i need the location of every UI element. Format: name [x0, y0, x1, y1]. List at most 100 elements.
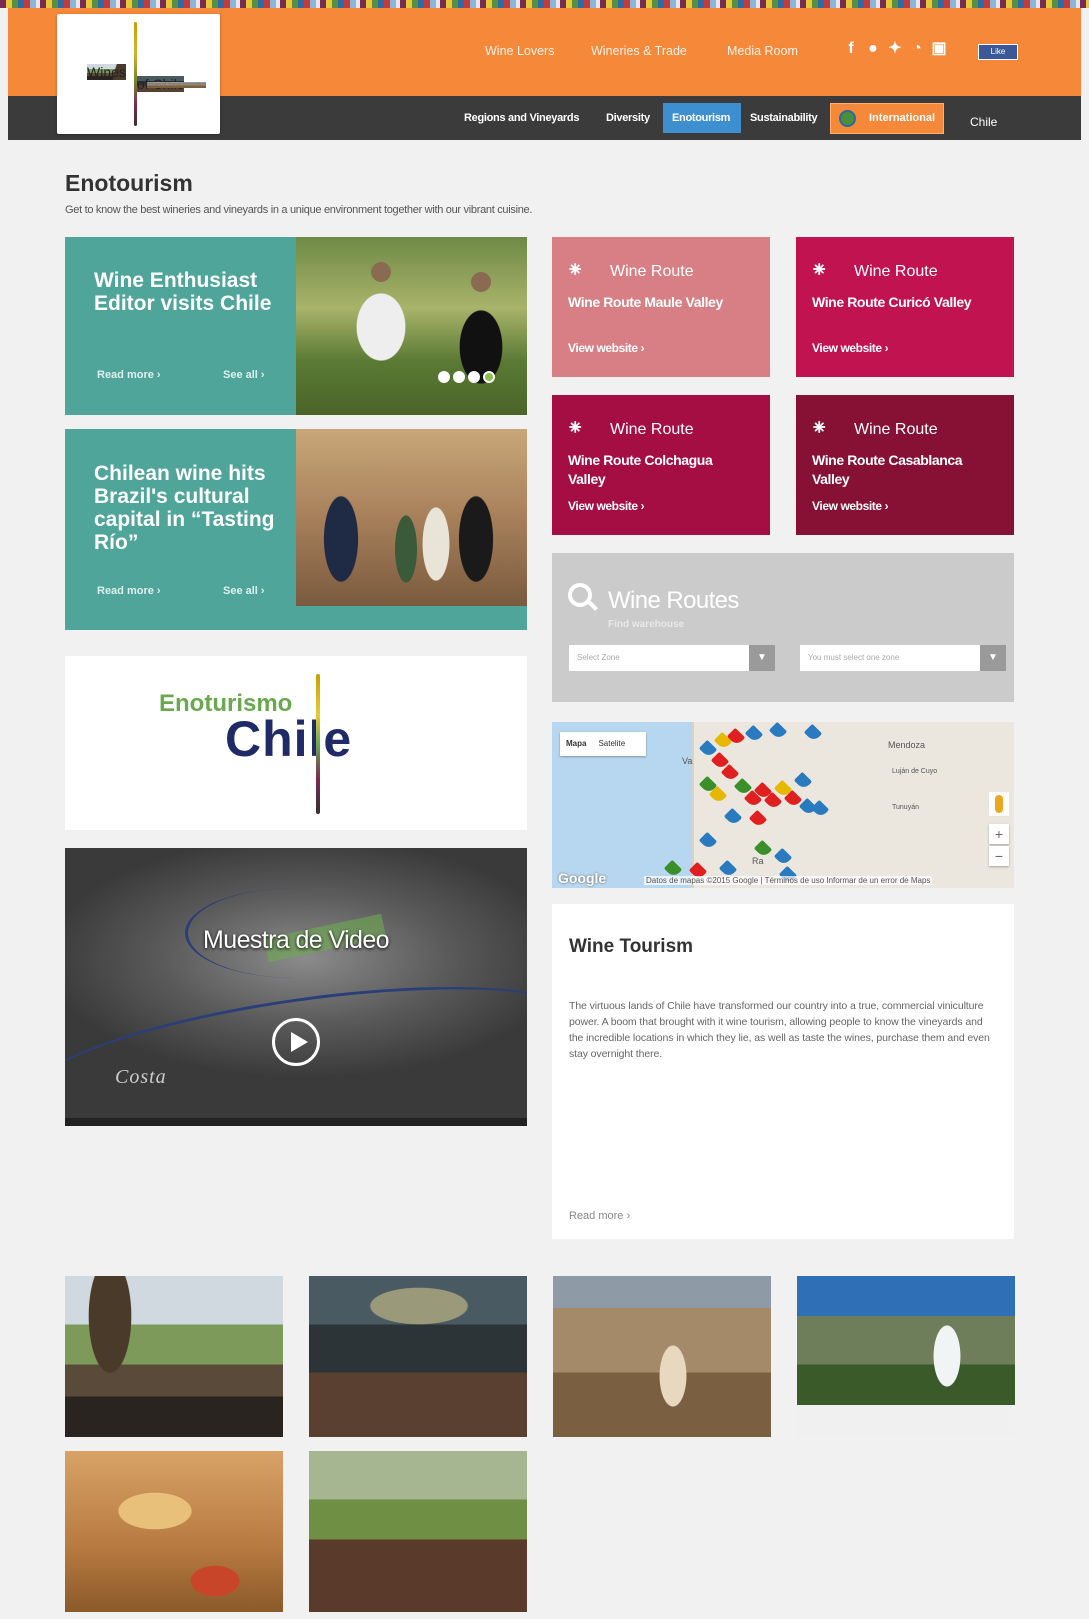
wine-tourism-card: Wine Tourism The virtuous lands of Chile… — [552, 904, 1014, 1239]
read-more-link-2[interactable]: Read more › — [97, 585, 161, 597]
gallery-thumb[interactable] — [553, 1276, 771, 1437]
tab-enotourism[interactable]: Enotourism — [672, 112, 730, 124]
route-kind: Wine Route — [854, 421, 938, 438]
carousel-dots — [438, 370, 498, 388]
zone-select-value: Select Zone — [577, 653, 620, 662]
carousel-dot[interactable] — [438, 371, 450, 383]
map-city-label: Tunuyán — [892, 804, 919, 811]
route-name: Wine Route Colchagua Valley — [568, 452, 713, 487]
logo-tagline: Wines of Social Innovation — [147, 82, 206, 88]
news-photo-2 — [296, 429, 527, 606]
zone-select[interactable]: Select Zone ▼ — [569, 645, 775, 671]
wines-of-chile-logo[interactable]: Wines of Chile Wines of Social Innovatio… — [57, 14, 220, 134]
news-title-2[interactable]: Chilean wine hits Brazil's cultural capi… — [94, 462, 294, 554]
chile-bar-icon — [316, 674, 320, 814]
view-website-link[interactable]: View website › — [568, 341, 645, 355]
page-title: Enotourism — [65, 170, 193, 196]
gallery-thumb[interactable] — [65, 1451, 283, 1612]
tab-regions-vineyards[interactable]: Regions and Vineyards — [464, 112, 579, 124]
flickr-icon[interactable]: ● — [864, 40, 882, 58]
color-stripe — [0, 0, 1089, 8]
globe-icon — [839, 110, 856, 127]
tab-diversity[interactable]: Diversity — [606, 112, 650, 124]
route-name: Wine Route Casablanca Valley — [812, 452, 963, 487]
map-land — [692, 722, 1014, 888]
sparkle-cursor-icon: ⁕ — [810, 415, 829, 440]
map-credits[interactable]: Datos de mapas ©2015 Google | Términos d… — [644, 876, 933, 885]
chevron-down-icon: ▼ — [749, 645, 775, 671]
page-subtitle: Get to know the best wineries and vineya… — [65, 204, 533, 216]
nav-wineries-trade[interactable]: Wineries & Trade — [591, 44, 687, 58]
chile-bar-icon — [134, 22, 137, 126]
youtube-icon[interactable]: ▣ — [930, 40, 948, 58]
route-card-casablanca[interactable]: ⁕ Wine Route Wine Route Casablanca Valle… — [796, 395, 1014, 535]
see-all-link-1[interactable]: See all › — [223, 369, 265, 381]
wine-routes-search: Wine Routes Find warehouse Select Zone ▼… — [552, 553, 1014, 702]
subzone-select[interactable]: You must select one zone ▼ — [800, 645, 1006, 671]
twitter-icon[interactable]: ✦ — [886, 40, 904, 58]
carousel-dot-active[interactable] — [483, 371, 495, 383]
map-city-label: Luján de Cuyo — [892, 768, 938, 775]
logo-line1: Wines — [87, 64, 126, 80]
google-logo: Google — [558, 870, 607, 886]
zoom-in-button[interactable]: + — [989, 824, 1009, 844]
wine-tourism-read-more[interactable]: Read more › — [569, 1210, 630, 1222]
sparkle-cursor-icon: ⁕ — [566, 415, 585, 440]
chevron-down-icon: ▼ — [980, 645, 1006, 671]
video-controls[interactable] — [65, 1118, 527, 1126]
route-card-maule[interactable]: ⁕ Wine Route Wine Route Maule Valley Vie… — [552, 237, 770, 377]
wine-routes-hint: Find warehouse — [608, 619, 685, 630]
gallery-thumb[interactable] — [65, 1276, 283, 1437]
enoturismo-chile-banner[interactable]: Enoturismo Chile — [65, 656, 527, 830]
wine-tourism-text: The virtuous lands of Chile have transfo… — [569, 1000, 990, 1060]
nav-wine-lovers[interactable]: Wine Lovers — [485, 44, 554, 58]
video-caption: Costa — [115, 1066, 167, 1088]
tab-sustainability[interactable]: Sustainability — [750, 112, 818, 124]
route-kind: Wine Route — [610, 421, 694, 438]
map-type-control: Mapa Satelite — [560, 732, 646, 756]
news-card-1[interactable]: Wine Enthusiast Editor visits Chile Read… — [65, 237, 527, 415]
map-tab[interactable]: Mapa — [560, 732, 592, 755]
chile-mark-logo[interactable]: Chile — [970, 115, 997, 129]
play-icon[interactable] — [272, 1018, 320, 1066]
map-city-label: Mendoza — [888, 740, 926, 750]
sparkle-cursor-icon: ⁕ — [810, 257, 829, 282]
weibo-icon[interactable]: ◔ — [908, 40, 926, 58]
wine-routes-map[interactable]: Mapa Satelite Mendoza Luján de Cuyo Tunuy… — [552, 722, 1014, 888]
sparkle-cursor-icon: ⁕ — [566, 257, 585, 282]
route-name: Wine Route Maule Valley — [568, 294, 723, 310]
news-photo-1 — [296, 237, 527, 415]
facebook-icon[interactable]: f — [842, 40, 860, 58]
view-website-link[interactable]: View website › — [812, 499, 889, 513]
international-label: International — [869, 112, 936, 124]
route-card-colchagua[interactable]: ⁕ Wine Route Wine Route Colchagua Valley… — [552, 395, 770, 535]
chile-label: Chile — [225, 711, 353, 767]
view-website-link[interactable]: View website › — [812, 341, 889, 355]
search-icon — [568, 583, 592, 607]
nav-media-room[interactable]: Media Room — [727, 44, 798, 58]
route-kind: Wine Route — [854, 263, 938, 280]
route-name: Wine Route Curicó Valley — [812, 294, 972, 310]
gallery-thumb[interactable] — [309, 1451, 527, 1612]
see-all-link-2[interactable]: See all › — [223, 585, 265, 597]
gallery-thumb[interactable] — [797, 1276, 1015, 1437]
view-website-link[interactable]: View website › — [568, 499, 645, 513]
wine-routes-title: Wine Routes — [608, 587, 739, 614]
satellite-tab[interactable]: Satelite — [592, 732, 631, 755]
wine-tourism-title: Wine Tourism — [569, 936, 694, 957]
carousel-dot[interactable] — [468, 371, 480, 383]
gallery-thumb[interactable] — [309, 1276, 527, 1437]
zoom-out-button[interactable]: − — [989, 846, 1009, 866]
street-view-pegman-icon[interactable] — [989, 792, 1009, 816]
news-title-1[interactable]: Wine Enthusiast Editor visits Chile — [94, 269, 294, 315]
video-title: Muestra de Video — [203, 926, 390, 954]
international-button[interactable]: International — [830, 103, 944, 134]
video-player[interactable]: Muestra de Video Costa — [65, 848, 527, 1126]
facebook-like-button[interactable]: Like — [978, 44, 1018, 60]
route-card-curico[interactable]: ⁕ Wine Route Wine Route Curicó Valley Vi… — [796, 237, 1014, 377]
carousel-dot[interactable] — [453, 371, 465, 383]
read-more-link-1[interactable]: Read more › — [97, 369, 161, 381]
map-city-label: Va — [682, 756, 693, 766]
route-kind: Wine Route — [610, 263, 694, 280]
news-card-2[interactable]: Chilean wine hits Brazil's cultural capi… — [65, 429, 527, 630]
